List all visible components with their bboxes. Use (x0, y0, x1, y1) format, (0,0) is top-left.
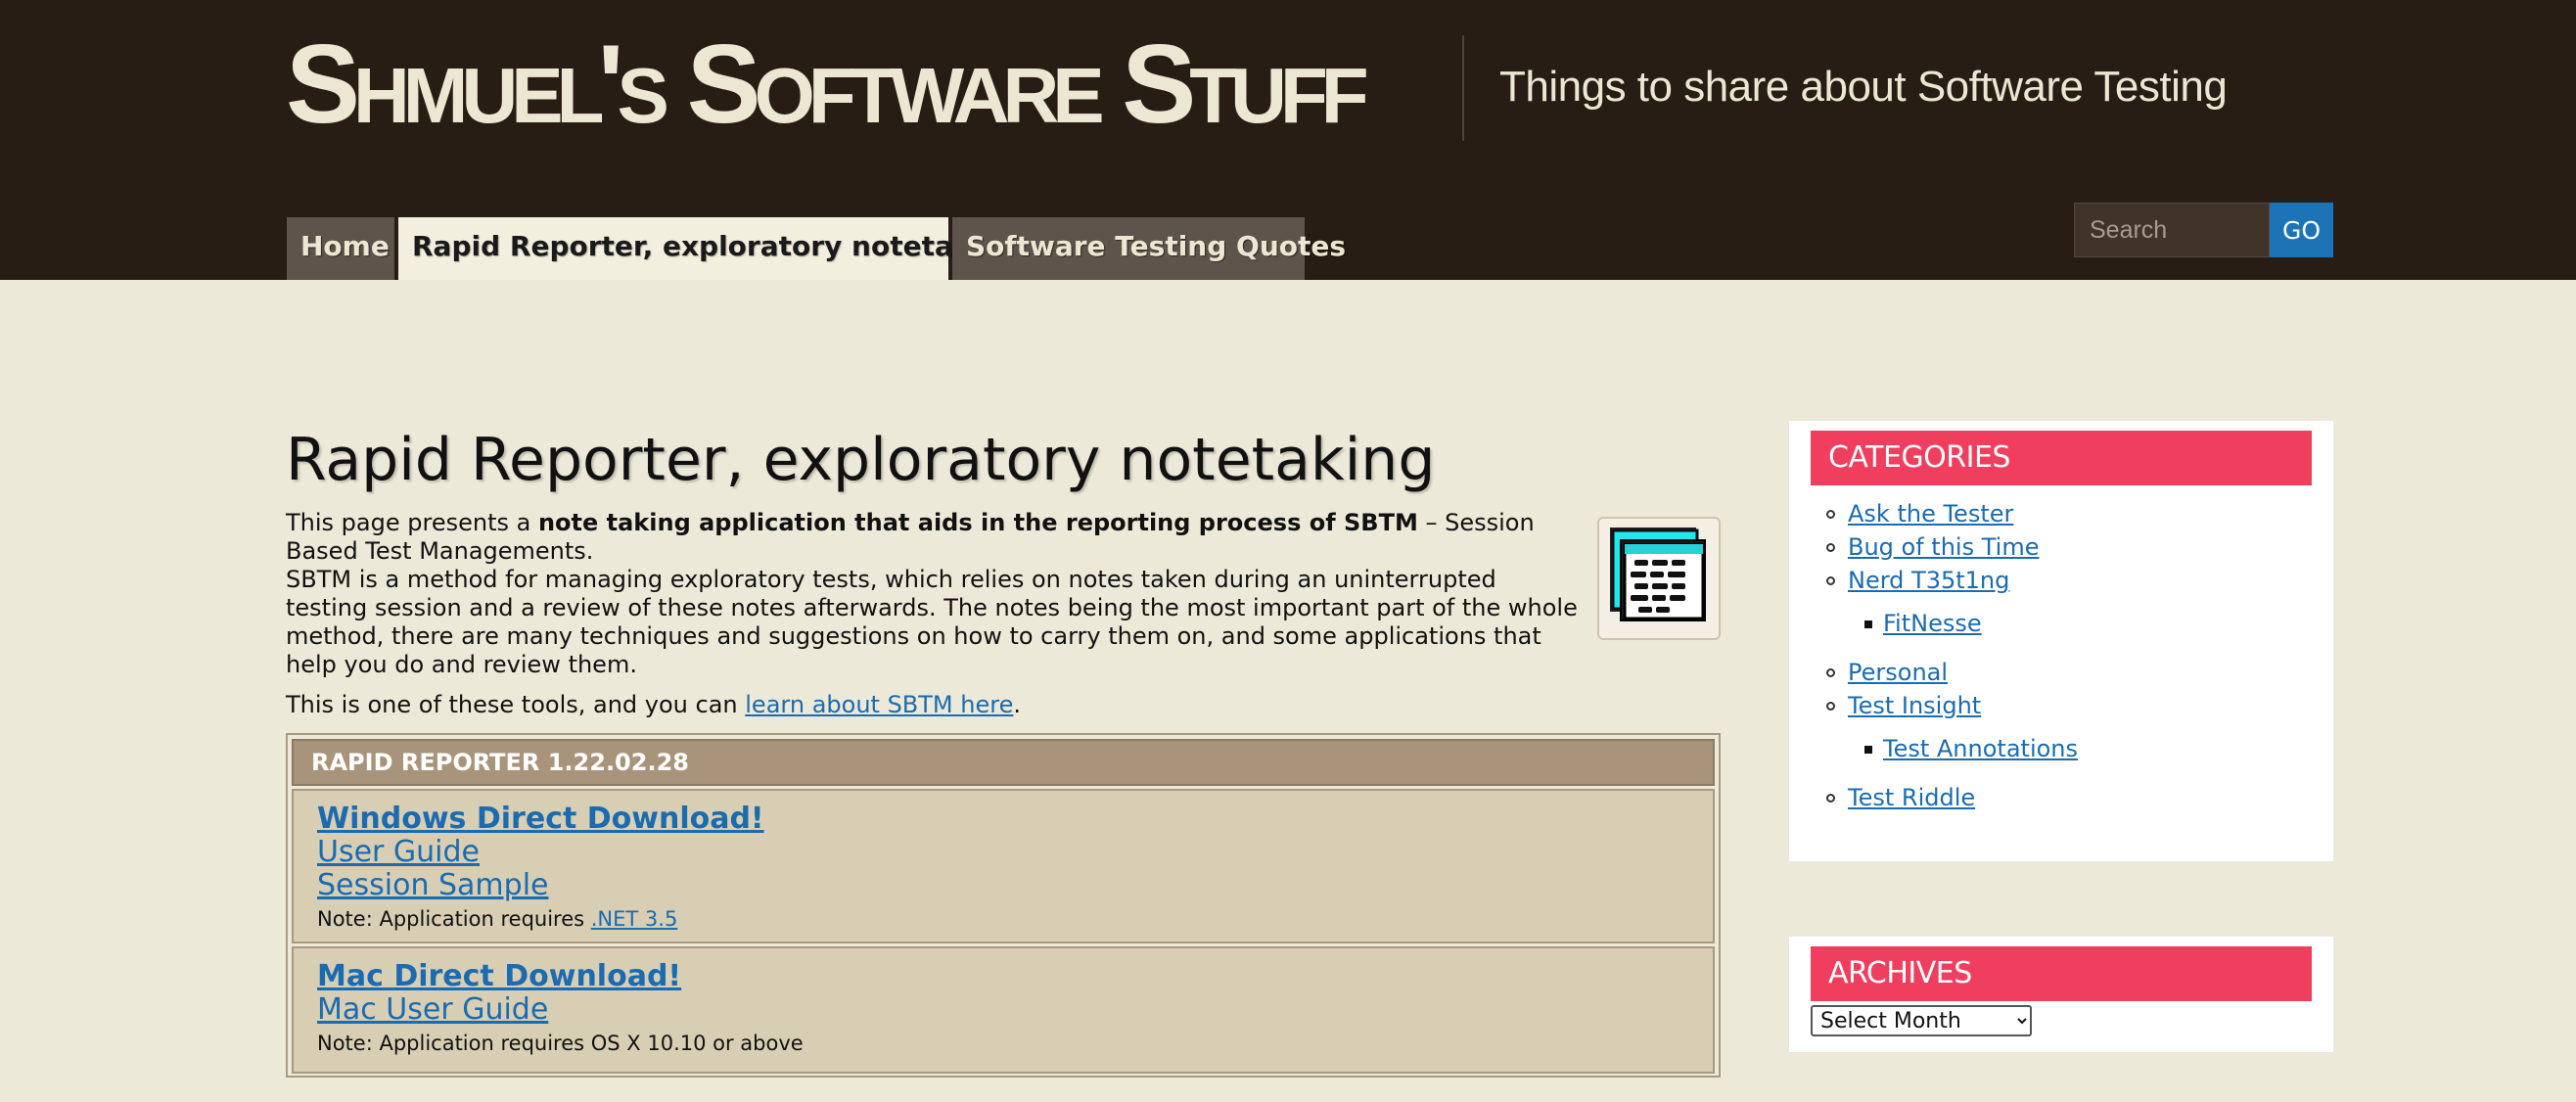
category-test-riddle[interactable]: Test Riddle (1848, 784, 1975, 811)
nav-tab-testing-quotes[interactable]: Software Testing Quotes (952, 217, 1346, 280)
mac-download-link[interactable]: Mac Direct Download! (317, 960, 1713, 993)
category-item: Bug of this Time (1789, 530, 2333, 564)
archives-month-select[interactable]: Select Month (1811, 1005, 2032, 1036)
rapid-reporter-app-icon (1597, 517, 1721, 640)
header-divider (1462, 35, 1464, 141)
site-title[interactable]: Shmuel's Software Stuff (286, 22, 1369, 149)
category-item: Test Riddle (1789, 781, 2333, 814)
categories-list: Ask the Tester Bug of this Time Nerd T35… (1789, 497, 2333, 814)
download-table: RAPID REPORTER 1.22.02.28 Windows Direct… (286, 733, 1721, 1078)
archives-title: ARCHIVES (1811, 946, 2312, 1001)
notes-stack-icon (1610, 528, 1706, 621)
mac-user-guide-link[interactable]: Mac User Guide (317, 993, 1713, 1027)
tools-text: This is one of these tools, and you can (286, 691, 746, 718)
nav-tab-rapid-reporter[interactable]: Rapid Reporter, exploratory notetaking (398, 217, 1020, 280)
intro-start: This page presents a (286, 509, 538, 536)
nav-tab-home[interactable]: Home (287, 217, 394, 280)
page-title: Rapid Reporter, exploratory notetaking (286, 426, 1436, 494)
categories-title: CATEGORIES (1811, 431, 2312, 485)
session-sample-link[interactable]: Session Sample (317, 869, 1713, 902)
windows-download-cell: Windows Direct Download! User Guide Sess… (292, 789, 1715, 943)
intro-sbtm-text: SBTM is a method for managing explorator… (286, 566, 1578, 678)
category-fitnesse[interactable]: FitNesse (1883, 610, 1982, 637)
category-bug-of-this-time[interactable]: Bug of this Time (1848, 533, 2039, 561)
category-item: Personal (1789, 656, 2333, 689)
category-item: Nerd T35t1ng (1789, 564, 2333, 597)
tools-end: . (1013, 691, 1021, 718)
intro-paragraph: This page presents a note taking applica… (286, 509, 1578, 679)
sbtm-link[interactable]: learn about SBTM here (745, 691, 1013, 718)
category-ask-the-tester[interactable]: Ask the Tester (1848, 500, 2013, 528)
categories-widget: CATEGORIES Ask the Tester Bug of this Ti… (1789, 421, 2333, 861)
page-content: This page presents a note taking applica… (286, 509, 1721, 719)
site-header: Shmuel's Software Stuff Things to share … (0, 0, 2576, 280)
search-go-button[interactable]: GO (2270, 203, 2333, 257)
mac-download-cell: Mac Direct Download! Mac User Guide Note… (292, 946, 1715, 1074)
subcategory-item: Test Annotations (1789, 732, 2333, 765)
site-tagline: Things to share about Software Testing (1499, 63, 2228, 111)
intro-bold: note taking application that aids in the… (537, 509, 1418, 536)
windows-note-text: Note: Application requires (317, 907, 591, 931)
category-nerd-testing[interactable]: Nerd T35t1ng (1848, 567, 2009, 594)
category-personal[interactable]: Personal (1848, 659, 1948, 686)
category-item: Ask the Tester (1789, 497, 2333, 530)
archives-widget: ARCHIVES Select Month (1789, 937, 2333, 1052)
tools-paragraph: This is one of these tools, and you can … (286, 691, 1721, 719)
category-item: Test Insight (1789, 689, 2333, 722)
subcategory-item: FitNesse (1789, 607, 2333, 640)
mac-requirement-note: Note: Application requires OS X 10.10 or… (317, 1032, 804, 1055)
download-table-header: RAPID REPORTER 1.22.02.28 (292, 739, 1715, 786)
windows-requirement-note: Note: Application requires .NET 3.5 (317, 904, 1713, 934)
search-input[interactable] (2074, 203, 2270, 257)
category-test-insight[interactable]: Test Insight (1848, 692, 1981, 719)
user-guide-link[interactable]: User Guide (317, 836, 1713, 869)
category-test-annotations[interactable]: Test Annotations (1883, 735, 2078, 762)
dotnet-link[interactable]: .NET 3.5 (591, 907, 678, 931)
windows-download-link[interactable]: Windows Direct Download! (317, 803, 1713, 836)
